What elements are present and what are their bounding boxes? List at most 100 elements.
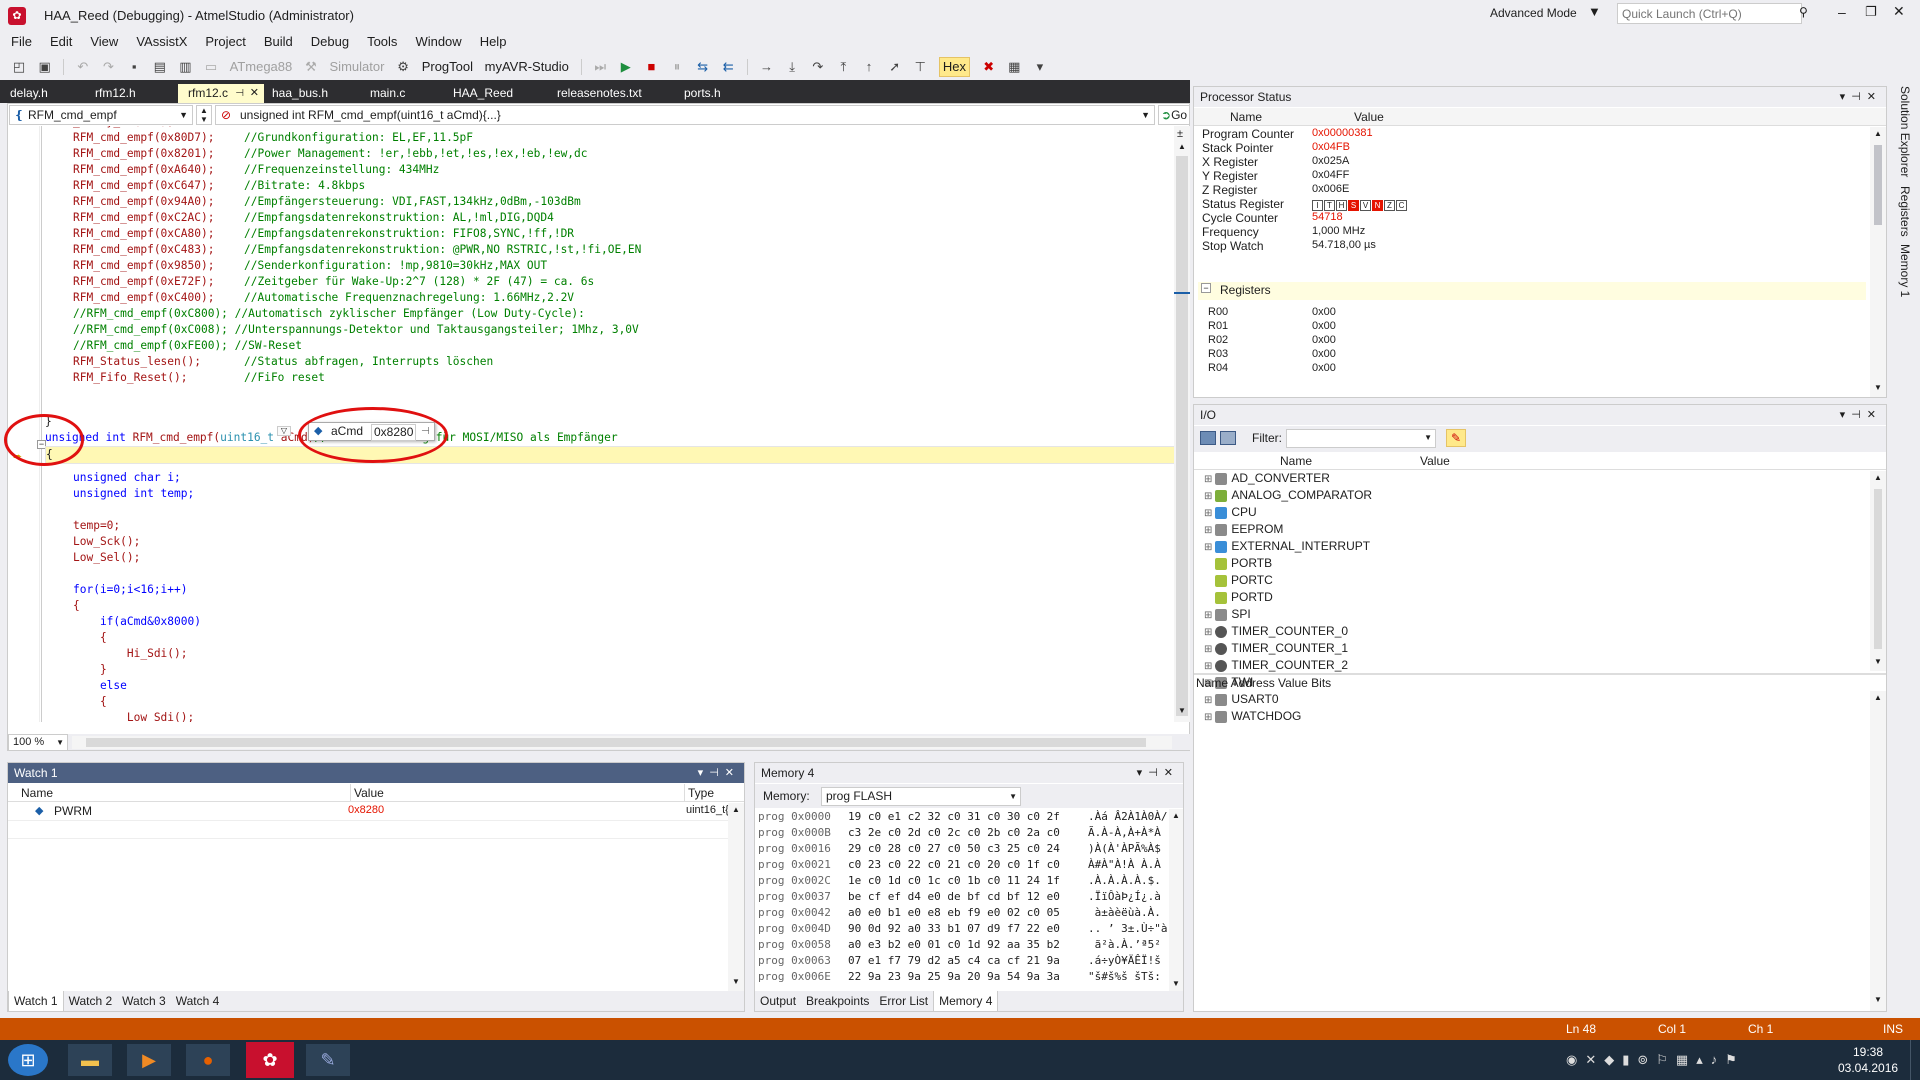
io-detail-scrollbar[interactable]: ▲ ▼ [1870,691,1886,1011]
code-area[interactable]: _delay_ms(100);//warten bis Modul bereit… [8,126,1178,722]
tab-releasenotes[interactable]: releasenotes.txt [547,84,652,103]
memory-hex[interactable]: 07 e1 f7 79 d2 a5 c4 ca cf 21 9a [848,953,1060,969]
scroll-up-icon[interactable]: ▲ [1172,811,1180,820]
expand-icon[interactable]: ⊞ [1204,542,1212,553]
stop-icon[interactable]: ■ [643,59,659,75]
myavr-studio-button[interactable]: myAVR-Studio [485,53,569,81]
ps-row-value[interactable]: 0x025A [1312,155,1349,167]
menu-help[interactable]: Help [471,32,516,52]
scroll-up-icon[interactable]: ▲ [1178,142,1186,151]
io-item[interactable]: PORTC [1204,573,1273,590]
memory-ascii[interactable]: .À.À.À.À.$. [1088,873,1168,889]
memory-hex[interactable]: 90 0d 92 a0 33 b1 07 d9 f7 22 e0 [848,921,1060,937]
io-splitter[interactable] [1194,673,1886,675]
tab-rfm12-h[interactable]: rfm12.h [85,84,146,103]
scroll-up-icon[interactable]: ▲ [732,805,740,814]
file-explorer-icon[interactable]: ▬ [68,1044,112,1076]
watch-row[interactable]: ◆ PWRM 0x8280 uint16_t{ [8,803,744,821]
maximize-button[interactable]: ❐ [1865,4,1877,20]
tab-breakpoints[interactable]: Breakpoints [801,991,874,1011]
tab-ports-h[interactable]: ports.h [674,84,731,103]
scroll-down-icon[interactable]: ▼ [1874,995,1882,1004]
expand-icon[interactable]: ⊞ [1204,525,1212,536]
registers-group-row[interactable]: − Registers [1198,282,1866,300]
ps-row-value[interactable]: 54718 [1312,211,1343,223]
media-player-icon[interactable]: ▶ [127,1044,171,1076]
ps-row-value[interactable]: 1,000 MHz [1312,225,1365,237]
atmel-studio-icon[interactable]: ✿ [246,1042,294,1078]
code-editor[interactable]: ❴ RFM_cmd_empf ▼ ▲ ▼ ⊘ unsigned int RFM_c… [4,103,1191,751]
scroll-down-icon[interactable]: ▼ [1172,979,1180,988]
watch-vertical-scrollbar[interactable]: ▲ ▼ [728,803,744,991]
panel-window-buttons[interactable]: ▾⊣✕ [1137,763,1179,783]
io-item[interactable]: ⊞ TIMER_COUNTER_0 [1204,624,1348,641]
tool-icon[interactable]: ⚒ [303,59,319,75]
memory-ascii[interactable]: à±àèëùà.À. [1088,905,1168,921]
advanced-mode-label[interactable]: Advanced Mode [1490,6,1577,20]
tray-icons[interactable]: ◉✕◆▮⊚⚐▦▴♪⚑ [1566,1052,1745,1068]
scroll-down-icon[interactable]: ▼ [732,977,740,986]
new-project-icon[interactable]: ◰ [11,59,27,75]
chevron-down-icon[interactable]: ▾ [1032,59,1048,75]
scroll-down-icon[interactable]: ▼ [1874,657,1882,666]
memory-ascii[interactable]: .á÷yÒ¥ÄÊÏ!š [1088,953,1168,969]
tab-watch1[interactable]: Watch 1 [8,991,64,1012]
menu-edit[interactable]: Edit [41,32,81,52]
scroll-arrows[interactable]: ▲ ▼ [196,105,212,125]
memory-hex[interactable]: a0 e0 b1 e0 e8 eb f9 e0 02 c0 05 [848,905,1060,921]
panel-window-buttons[interactable]: ▾⊣✕ [698,763,740,783]
expand-icon[interactable]: ⊞ [1204,508,1212,519]
memory-ascii[interactable]: )À(À'ÀPÃ%À$ [1088,841,1168,857]
close-button[interactable]: ✕ [1893,3,1905,20]
panel-window-buttons[interactable]: ▾⊣✕ [1840,405,1882,425]
ps-row-value[interactable]: 0x04FF [1312,169,1349,181]
start-button-icon[interactable]: ⊞ [8,1044,48,1076]
menu-debug[interactable]: Debug [302,32,358,52]
filter-icon[interactable]: ▼ [1588,4,1601,19]
redo-icon[interactable]: ↷ [101,59,117,75]
step-out-icon[interactable]: ⤒ [835,59,851,75]
tab-watch4[interactable]: Watch 4 [171,991,225,1011]
io-item[interactable]: PORTB [1204,556,1272,573]
watch-empty-row[interactable] [8,821,744,839]
breakpoint-toggle-icon[interactable]: ⊤ [912,59,928,75]
hscroll-thumb[interactable] [86,738,1146,747]
expand-icon[interactable]: ⊞ [1204,712,1212,723]
memory-ascii[interactable]: .. ’ 3±.Ù÷"à [1088,921,1168,937]
io-item[interactable]: ⊞ EXTERNAL_INTERRUPT [1204,539,1370,556]
member-dropdown[interactable]: ⊘ unsigned int RFM_cmd_empf(uint16_t aCm… [215,105,1155,125]
menu-tools[interactable]: Tools [358,32,406,52]
io-item[interactable]: ⊞ SPI [1204,607,1251,624]
tab-haa-reed[interactable]: HAA_Reed [443,84,523,103]
side-tab-registers[interactable]: Registers [1898,186,1912,237]
clear-filter-icon[interactable]: ✎ [1446,429,1466,447]
filter-dropdown[interactable]: ▼ [1286,429,1436,448]
menu-project[interactable]: Project [196,32,254,52]
save-icon[interactable]: ▪ [126,59,142,75]
tab-rfm12-c[interactable]: rfm12.c ⊣ ✕ [178,84,264,103]
scrollbar-thumb[interactable] [1176,156,1188,716]
build-solution-icon[interactable]: ▥ [177,59,193,75]
tab-haa-bus-h[interactable]: haa_bus.h [262,84,338,103]
chip-icon[interactable]: ▭ [203,59,219,75]
device-label[interactable]: ATmega88 [230,53,293,81]
hex-toggle-button[interactable]: Hex [938,56,971,77]
register-value[interactable]: 0x00 [1312,362,1336,374]
memory-vertical-scrollbar[interactable]: ▲ ▼ [1169,809,1183,991]
memory-hex[interactable]: 29 c0 28 c0 27 c0 50 c3 25 c0 24 [848,841,1060,857]
expand-icon[interactable]: ⊞ [1204,661,1212,672]
start-without-debug-icon[interactable]: ⏭ [592,59,608,75]
search-icon[interactable]: ⚲ [1799,5,1808,19]
status-register-bits[interactable]: ITHSVNZC [1312,198,1408,212]
side-tab-memory1[interactable]: Memory 1 [1898,244,1912,297]
scroll-down-icon[interactable]: ▼ [1178,706,1186,715]
io-item[interactable]: ⊞ USART0 [1204,692,1279,709]
windows-icon[interactable]: ▦ [1006,59,1022,75]
view-icon[interactable] [1220,431,1236,445]
memory-hex[interactable]: c0 23 c0 22 c0 21 c0 20 c0 1f c0 [848,857,1060,873]
io-item[interactable]: PORTD [1204,590,1273,607]
ps-row-value[interactable]: 0x006E [1312,183,1349,195]
save-all-icon[interactable]: ▣ [37,59,53,75]
vertical-scrollbar[interactable]: ± ▲ ▼ [1174,126,1190,722]
scroll-up-icon[interactable]: ▲ [1874,129,1882,138]
